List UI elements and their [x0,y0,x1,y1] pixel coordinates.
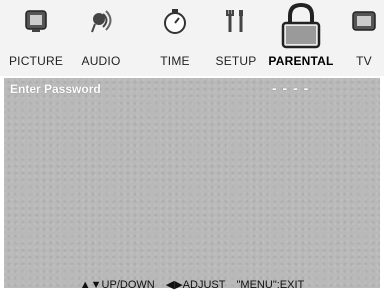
lock-icon [278,2,324,50]
hint-adjust: ◀▶ADJUST [165,279,226,291]
tab-tv-label: TV [356,54,372,68]
tab-audio-label: AUDIO [81,54,121,68]
stopwatch-icon [160,6,190,36]
tab-tv[interactable]: TV [344,0,384,76]
picture-icon [21,6,51,36]
parental-panel: Enter Password - - - - ▲▼UP/DOWN ◀▶ADJUS… [4,78,380,291]
tools-icon [221,6,251,36]
tab-time[interactable]: TIME [146,0,204,76]
hint-updown: ▲▼UP/DOWN [79,279,155,291]
tab-parental[interactable]: PARENTAL [264,0,338,76]
tab-picture[interactable]: PICTURE [4,0,68,76]
tab-setup[interactable]: SETUP [210,0,262,76]
hint-exit: "MENU":EXIT [236,279,305,291]
tab-parental-label: PARENTAL [268,54,334,68]
enter-password-label: Enter Password [10,82,101,96]
tab-audio[interactable]: AUDIO [72,0,130,76]
parental-menu-screen: PICTURE AUDIO TIME SETUP PARENTAL TV Ent… [0,0,384,292]
menu-bar: PICTURE AUDIO TIME SETUP PARENTAL TV [0,0,384,76]
audio-icon [86,6,116,36]
tab-picture-label: PICTURE [8,54,64,68]
tv-icon [349,6,379,36]
footer-hints: ▲▼UP/DOWN ◀▶ADJUST "MENU":EXIT [4,278,380,291]
tab-setup-label: SETUP [215,54,257,68]
password-input[interactable]: - - - - [272,80,309,96]
tab-time-label: TIME [160,54,190,68]
